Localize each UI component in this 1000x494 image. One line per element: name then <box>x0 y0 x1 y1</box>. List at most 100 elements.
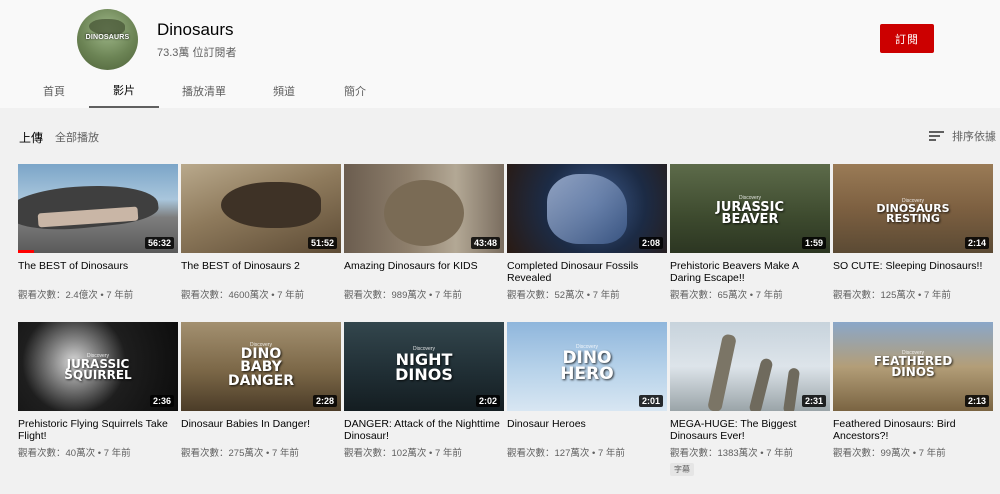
video-duration: 2:02 <box>475 395 500 407</box>
thumb-title-word: DINOS <box>891 365 935 380</box>
video-duration: 43:48 <box>470 237 500 249</box>
avatar-dino-shape <box>89 19 125 35</box>
video-duration: 2:13 <box>964 395 989 407</box>
video-thumbnail[interactable]: Discovery FEATHERED DINOS 2:13 <box>833 322 993 411</box>
video-duration: 2:01 <box>638 395 663 407</box>
tab-about[interactable]: 簡介 <box>323 74 387 108</box>
video-meta: 觀看次數：275萬次 • 7 年前 <box>181 448 299 459</box>
video-thumbnail[interactable]: 2:31 <box>670 322 830 411</box>
video-item[interactable]: Discovery DINO HERO 2:01 Dinosaur Heroes … <box>507 322 667 459</box>
video-thumbnail[interactable]: 2:08 <box>507 164 667 253</box>
video-title[interactable]: Prehistoric Beavers Make A Daring Escape… <box>670 260 830 284</box>
video-duration: 2:14 <box>964 237 989 249</box>
video-thumbnail[interactable]: Discovery NIGHT DINOS 2:02 <box>344 322 504 411</box>
video-title[interactable]: The BEST of Dinosaurs 2 <box>181 260 341 284</box>
video-meta: 觀看次數：99萬次 • 7 年前 <box>833 448 946 459</box>
video-item[interactable]: Discovery NIGHT DINOS 2:02 DANGER: Attack… <box>344 322 504 459</box>
video-meta: 觀看次數：2.4億次 • 7 年前 <box>18 290 134 301</box>
video-thumbnail[interactable]: Discovery DINO HERO 2:01 <box>507 322 667 411</box>
video-item[interactable]: Discovery DINO BABY DANGER 2:28 Dinosaur B… <box>181 322 341 459</box>
fossil-shape <box>547 174 627 244</box>
tab-channels[interactable]: 頻道 <box>252 74 316 108</box>
dino-shape <box>221 182 321 228</box>
sort-button[interactable]: 排序依據 <box>929 128 996 144</box>
thumb-title-text: JURASSIC BEAVER <box>670 201 830 228</box>
video-thumbnail[interactable]: 43:48 <box>344 164 504 253</box>
videos-content: 上傳 全部播放 排序依據 56:32 The BEST of Dinosaurs… <box>0 108 1000 494</box>
video-title[interactable]: Dinosaur Heroes <box>507 418 667 442</box>
thumb-title-text: FEATHERED DINOS <box>833 355 993 380</box>
video-meta: 觀看次數：40萬次 • 7 年前 <box>18 448 131 459</box>
video-item[interactable]: 2:08 Completed Dinosaur Fossils Revealed… <box>507 164 667 301</box>
thumb-title-text: JURASSIC SQUIRREL <box>18 358 178 383</box>
video-meta: 觀看次數：52萬次 • 7 年前 <box>507 290 620 301</box>
video-item[interactable]: Discovery FEATHERED DINOS 2:13 Feathered … <box>833 322 993 459</box>
video-meta: 觀看次數：127萬次 • 7 年前 <box>507 448 625 459</box>
video-meta: 觀看次數：102萬次 • 7 年前 <box>344 448 462 459</box>
dino-shape <box>384 180 464 246</box>
thumb-title-text: DINO BABY DANGER <box>181 347 341 389</box>
video-item[interactable]: Discovery JURASSIC BEAVER 1:59 Prehistori… <box>670 164 830 301</box>
dino-neck-shape <box>748 357 774 411</box>
dino-neck-shape <box>707 333 737 411</box>
video-title[interactable]: Completed Dinosaur Fossils Revealed <box>507 260 667 284</box>
subscriber-count: 73.3萬 位訂閱者 <box>157 47 237 59</box>
video-duration: 2:36 <box>149 395 174 407</box>
play-all-link[interactable]: 全部播放 <box>55 129 99 145</box>
video-item[interactable]: Discovery JURASSIC SQUIRREL 2:36 Prehisto… <box>18 322 178 459</box>
video-duration: 51:52 <box>307 237 337 249</box>
thumb-title-word: DANGER <box>227 372 294 389</box>
subscribe-button[interactable]: 訂閱 <box>880 24 934 53</box>
video-item[interactable]: Discovery DINOSAURS RESTING 2:14 SO CUTE:… <box>833 164 993 301</box>
video-duration: 56:32 <box>144 237 174 249</box>
video-title[interactable]: MEGA-HUGE: The Biggest Dinosaurs Ever! <box>670 418 830 442</box>
video-meta: 觀看次數：125萬次 • 7 年前 <box>833 290 951 301</box>
tab-videos[interactable]: 影片 <box>89 74 159 108</box>
video-duration: 2:08 <box>638 237 663 249</box>
video-item[interactable]: 43:48 Amazing Dinosaurs for KIDS 觀看次數：98… <box>344 164 504 301</box>
tab-playlists[interactable]: 播放清單 <box>170 74 238 108</box>
video-thumbnail[interactable]: 56:32 <box>18 164 178 253</box>
thumb-title-word: RESTING <box>886 212 940 226</box>
video-meta: 觀看次數：989萬次 • 7 年前 <box>344 290 462 301</box>
video-meta: 觀看次數：1383萬次 • 7 年前 <box>670 448 794 459</box>
video-meta: 觀看次數：65萬次 • 7 年前 <box>670 290 783 301</box>
thumb-title-text: DINOSAURS RESTING <box>833 203 993 226</box>
video-item[interactable]: 2:31 MEGA-HUGE: The Biggest Dinosaurs Ev… <box>670 322 830 477</box>
channel-avatar[interactable]: DINOSAURS <box>77 9 138 70</box>
video-title[interactable]: SO CUTE: Sleeping Dinosaurs!! <box>833 260 993 284</box>
video-thumbnail[interactable]: Discovery DINOSAURS RESTING 2:14 <box>833 164 993 253</box>
tab-home[interactable]: 首頁 <box>22 74 86 108</box>
video-duration: 2:28 <box>312 395 337 407</box>
video-thumbnail[interactable]: Discovery DINO BABY DANGER 2:28 <box>181 322 341 411</box>
video-title[interactable]: The BEST of Dinosaurs <box>18 260 178 284</box>
thumb-title-word: HERO <box>560 364 614 385</box>
dino-neck-shape <box>782 367 801 411</box>
video-meta: 觀看次數：4600萬次 • 7 年前 <box>181 290 305 301</box>
subtitles-badge: 字幕 <box>670 463 694 476</box>
video-title[interactable]: Prehistoric Flying Squirrels Take Flight… <box>18 418 178 442</box>
thumb-title-text: DINO HERO <box>507 349 667 385</box>
video-thumbnail[interactable]: 51:52 <box>181 164 341 253</box>
channel-header: DINOSAURS Dinosaurs 73.3萬 位訂閱者 訂閱 首頁 影片 … <box>0 0 1000 108</box>
video-thumbnail[interactable]: Discovery JURASSIC BEAVER 1:59 <box>670 164 830 253</box>
video-title[interactable]: Amazing Dinosaurs for KIDS <box>344 260 504 284</box>
avatar-logo-text: DINOSAURS <box>85 34 130 41</box>
video-title[interactable]: Feathered Dinosaurs: Bird Ancestors?! <box>833 418 993 442</box>
video-thumbnail[interactable]: Discovery JURASSIC SQUIRREL 2:36 <box>18 322 178 411</box>
video-duration: 2:31 <box>801 395 826 407</box>
video-item[interactable]: 56:32 The BEST of Dinosaurs 觀看次數：2.4億次 •… <box>18 164 178 301</box>
thumb-title-text: NIGHT DINOS <box>344 351 504 385</box>
channel-name: Dinosaurs <box>157 20 234 39</box>
video-title[interactable]: Dinosaur Babies In Danger! <box>181 418 341 442</box>
video-item[interactable]: 51:52 The BEST of Dinosaurs 2 觀看次數：4600萬… <box>181 164 341 301</box>
thumb-title-word: DINOS <box>395 365 453 385</box>
video-duration: 1:59 <box>801 237 826 249</box>
section-title: 上傳 <box>19 131 44 145</box>
sort-label: 排序依據 <box>952 131 996 143</box>
thumb-title-word: SQUIRREL <box>64 368 132 383</box>
thumb-title-word: BEAVER <box>721 212 779 228</box>
watch-progress-bar <box>18 250 34 253</box>
video-title[interactable]: DANGER: Attack of the Nighttime Dinosaur… <box>344 418 504 442</box>
sort-icon <box>929 130 944 142</box>
